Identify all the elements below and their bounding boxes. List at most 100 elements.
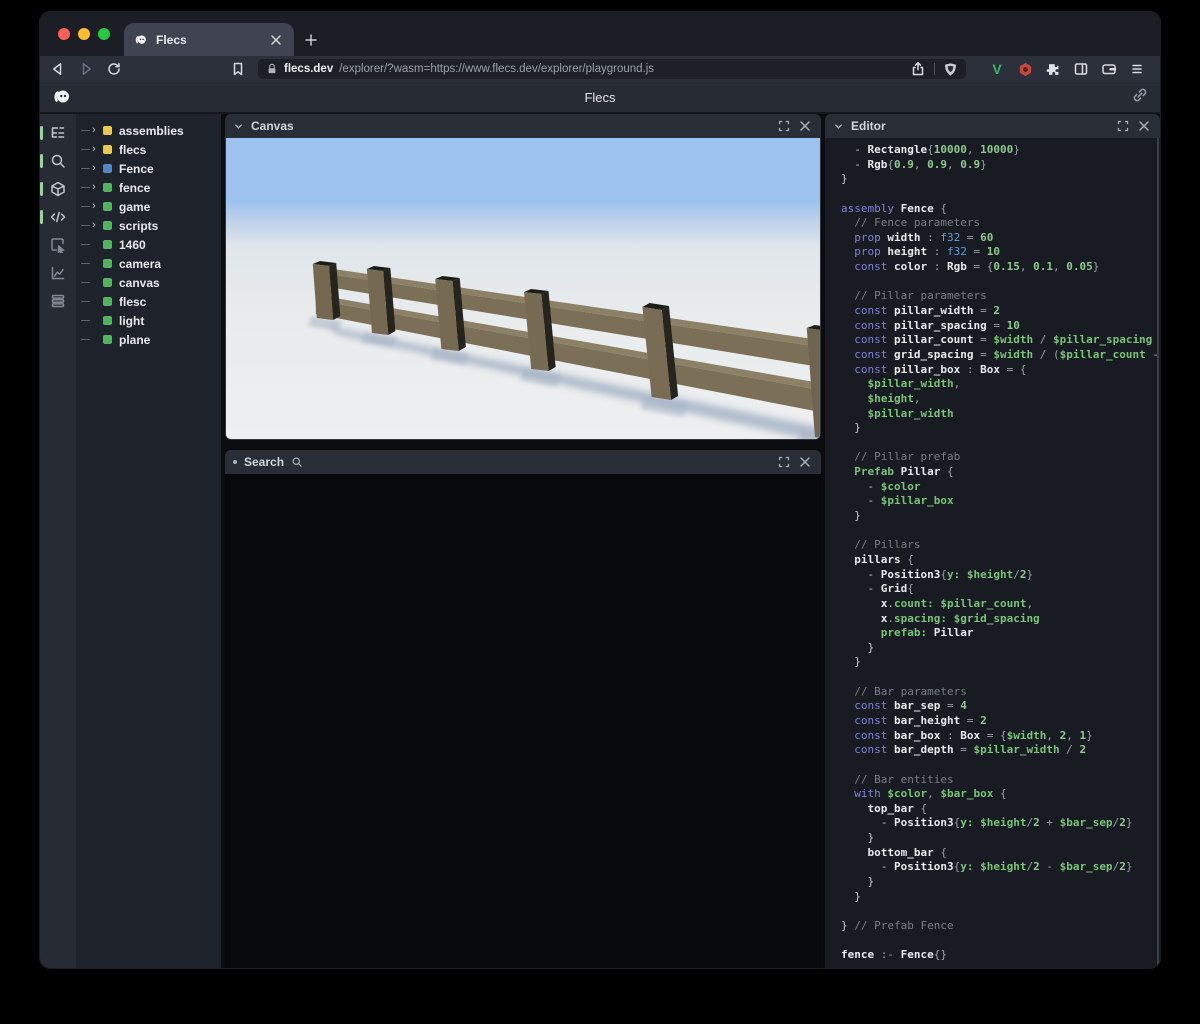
scene-svg <box>226 138 820 439</box>
code-line: x.count: $pillar_count, <box>841 596 1034 610</box>
chevron-down-icon[interactable] <box>233 121 244 132</box>
main-content: › assemblies › flecs › Fence › fence › game › scrip… <box>40 114 1160 968</box>
tab-title: Flecs <box>156 32 187 47</box>
rail-inspect-icon[interactable] <box>40 234 76 256</box>
tree-item-assemblies[interactable]: › assemblies <box>76 121 221 140</box>
rail-search-icon[interactable] <box>40 150 76 172</box>
v-extension-icon[interactable]: V <box>988 60 1006 78</box>
tree-item-flecs[interactable]: › flecs <box>76 140 221 159</box>
editor-scrollbar[interactable] <box>1157 138 1159 968</box>
url-separator <box>934 63 935 75</box>
code-line: - Rgb{0.9, 0.9, 0.9} <box>841 157 987 171</box>
tree-item-plane[interactable]: plane <box>76 330 221 349</box>
code-line: // Bar entities <box>841 772 954 786</box>
rail-layers-icon[interactable] <box>40 290 76 312</box>
maximize-window-button[interactable] <box>98 28 110 40</box>
tree-item-light[interactable]: light <box>76 311 221 330</box>
tree-item-flesc[interactable]: flesc <box>76 292 221 311</box>
rail-tree-view-icon[interactable] <box>40 122 76 144</box>
brave-shield-icon[interactable] <box>943 62 958 77</box>
tree-item-1460[interactable]: 1460 <box>76 235 221 254</box>
code-line: pillars { <box>841 552 914 566</box>
close-icon[interactable] <box>1136 118 1152 134</box>
new-tab-button[interactable] <box>294 23 328 56</box>
url-bar[interactable]: flecs.dev /explorer/?wasm=https://www.fl… <box>258 59 966 79</box>
sidebar-toggle-icon[interactable] <box>1072 60 1090 78</box>
code-line: const pillar_box : Box = { <box>841 362 1027 376</box>
icon-rail <box>40 114 76 968</box>
code-line: } <box>841 889 861 903</box>
entity-kind-swatch <box>103 164 112 173</box>
code-line: with $color, $bar_box { <box>841 787 1007 801</box>
wallet-icon[interactable] <box>1100 60 1118 78</box>
tree-item-Fence[interactable]: › Fence <box>76 159 221 178</box>
browser-window: Flecs flecs.dev /explorer/?wasm=https://… <box>40 12 1160 968</box>
tree-item-fence[interactable]: › fence <box>76 178 221 197</box>
menu-icon[interactable] <box>1128 60 1146 78</box>
code-line: } <box>841 172 848 186</box>
close-window-button[interactable] <box>58 28 70 40</box>
code-line: x.spacing: $grid_spacing <box>841 611 1040 625</box>
code-line: // Pillars <box>841 538 921 552</box>
link-icon[interactable] <box>1132 87 1148 108</box>
code: - Rectangle{10000, 10000} - Rgb{0.9, 0.9… <box>841 143 1160 963</box>
fullscreen-icon[interactable] <box>778 456 790 468</box>
browser-tab[interactable]: Flecs <box>124 23 294 56</box>
forward-icon[interactable] <box>78 61 94 77</box>
code-line: } <box>841 655 861 669</box>
search-panel-header[interactable]: Search <box>225 450 821 474</box>
browser-actions: V <box>978 60 1150 78</box>
minimize-window-button[interactable] <box>78 28 90 40</box>
code-line: const bar_box : Box = {$width, 2, 1} <box>841 728 1093 742</box>
chevron-down-icon[interactable] <box>833 121 844 132</box>
share-icon[interactable] <box>910 61 926 77</box>
code-line: } // Prefab Fence <box>841 918 954 932</box>
traffic-lights <box>40 12 124 56</box>
panel-dot-icon <box>233 460 237 464</box>
code-line: top_bar { <box>841 801 928 815</box>
tree-item-scripts[interactable]: › scripts <box>76 216 221 235</box>
tree-item-game[interactable]: › game <box>76 197 221 216</box>
tree-item-canvas[interactable]: canvas <box>76 273 221 292</box>
rail-chart-icon[interactable] <box>40 262 76 284</box>
reload-icon[interactable] <box>106 61 122 77</box>
editor-panel-header[interactable]: Editor <box>825 114 1160 138</box>
tree-item-camera[interactable]: camera <box>76 254 221 273</box>
code-line: $pillar_width, <box>841 377 961 391</box>
shield-extension-icon[interactable] <box>1016 60 1034 78</box>
puzzle-icon[interactable] <box>1044 60 1062 78</box>
code-editor[interactable]: - Rectangle{10000, 10000} - Rgb{0.9, 0.9… <box>825 138 1160 968</box>
search-panel-body <box>225 474 821 968</box>
entity-kind-swatch <box>103 335 112 344</box>
code-line: - Rectangle{10000, 10000} <box>841 143 1020 156</box>
editor-column: Editor - Rectangle{10000, 10000} - Rgb{0… <box>825 114 1160 968</box>
entity-kind-swatch <box>103 297 112 306</box>
entity-kind-swatch <box>103 259 112 268</box>
entity-kind-swatch <box>103 202 112 211</box>
code-line: - $color <box>841 479 921 493</box>
rail-code-icon[interactable] <box>40 206 76 228</box>
close-icon[interactable] <box>797 454 813 470</box>
fullscreen-icon[interactable] <box>1117 120 1129 132</box>
code-line: - $pillar_box <box>841 494 954 508</box>
code-line: Prefab Pillar { <box>841 465 954 479</box>
bookmark-icon[interactable] <box>230 61 246 77</box>
code-line: // Pillar prefab <box>841 450 961 464</box>
rail-cube-icon[interactable] <box>40 178 76 200</box>
canvas-panel-header[interactable]: Canvas <box>225 114 821 138</box>
search-panel-title: Search <box>244 455 285 469</box>
code-line: $pillar_width <box>841 406 954 420</box>
lock-icon <box>266 63 278 75</box>
close-icon[interactable] <box>797 118 813 134</box>
code-line: - Position3{y: $height/2 + $bar_sep/2} <box>841 816 1133 830</box>
flecs-favicon <box>134 33 148 47</box>
tab-close-icon[interactable] <box>268 32 284 48</box>
back-icon[interactable] <box>50 61 66 77</box>
code-line: fence :- Fence{} <box>841 948 947 962</box>
canvas-3d-view[interactable] <box>225 138 821 440</box>
fullscreen-icon[interactable] <box>778 120 790 132</box>
